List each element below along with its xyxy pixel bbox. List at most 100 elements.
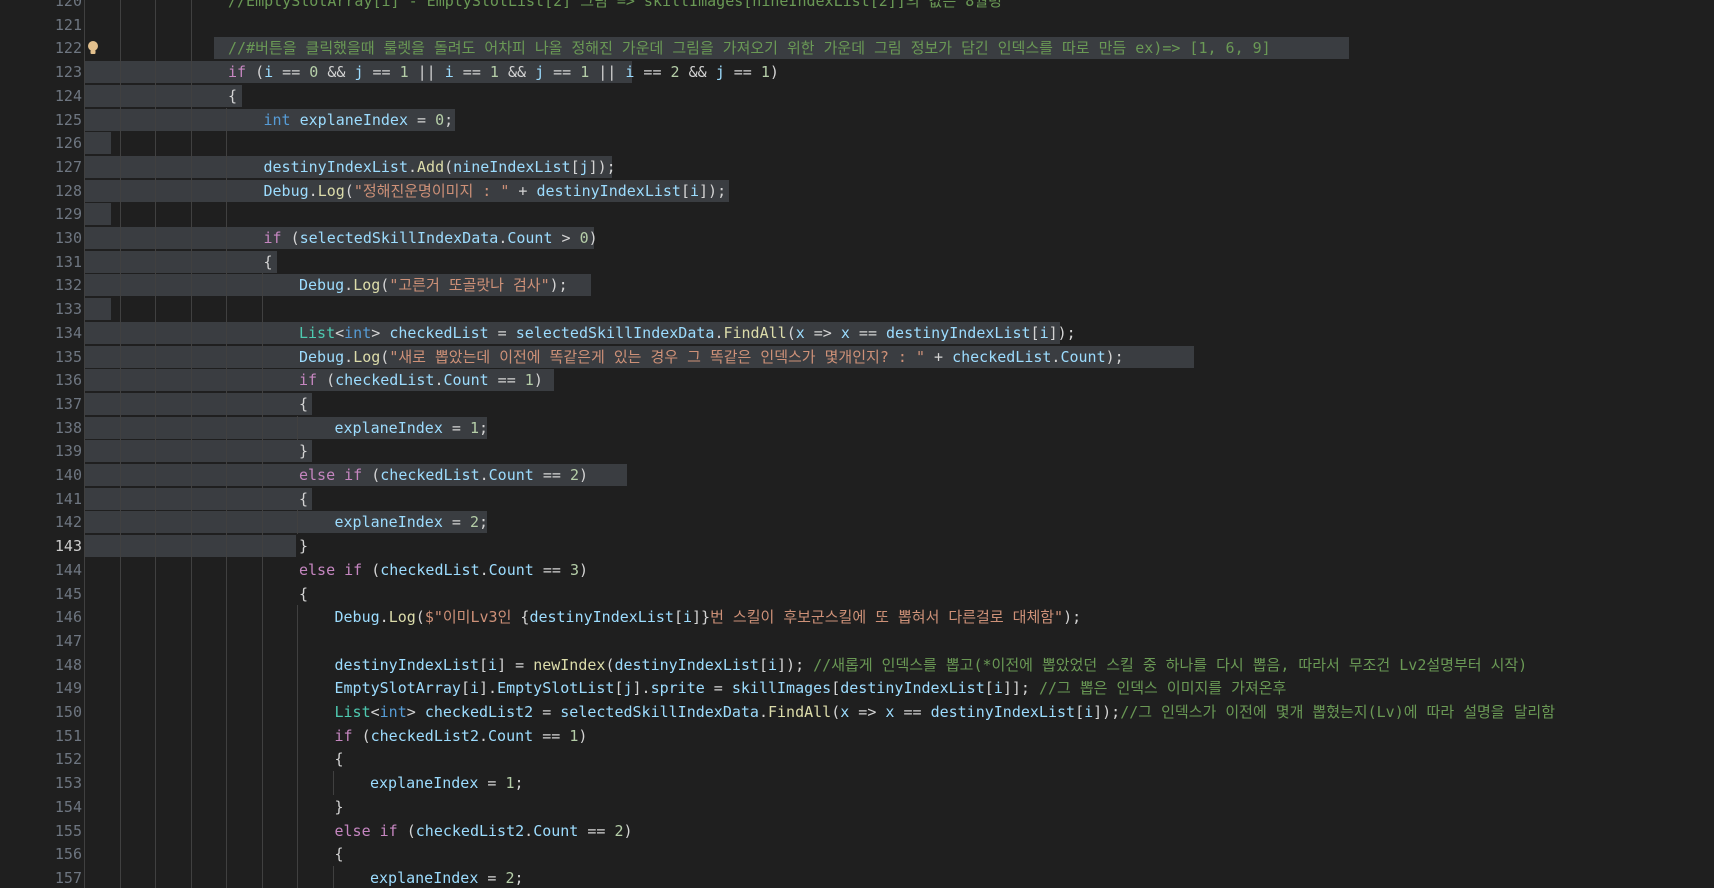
code-token: i — [444, 63, 454, 82]
code-line[interactable]: 142 explaneIndex = 2; — [0, 510, 1714, 535]
code-line[interactable]: 137 { — [0, 391, 1714, 416]
code-text[interactable]: } — [299, 534, 308, 558]
code-line[interactable]: 149 EmptySlotArray[i].EmptySlotList[j].sp… — [0, 676, 1714, 701]
code-text[interactable]: if (i == 0 && j == 1 || i == 1 && j == 1… — [228, 60, 779, 84]
code-line[interactable]: 131 { — [0, 249, 1714, 274]
code-line[interactable]: 148 destinyIndexList[i] = newIndex(destin… — [0, 652, 1714, 677]
line-number: 134 — [54, 323, 82, 342]
code-editor[interactable]: 120//EmptySlotArray[i] - EmptySlotList[2… — [0, 0, 1714, 888]
code-line[interactable]: 130 if (selectedSkillIndexData.Count > 0) — [0, 226, 1714, 250]
code-text[interactable]: if (selectedSkillIndexData.Count > 0) — [264, 226, 598, 250]
lightbulb-icon[interactable] — [86, 40, 100, 56]
code-line[interactable]: 140 else if (checkedList.Count == 2) — [0, 463, 1714, 487]
code-token: Debug — [299, 276, 345, 295]
code-line[interactable]: 151 if (checkedList2.Count == 1) — [0, 723, 1714, 748]
code-text[interactable]: //#버튼을 클릭했을때 룰렛을 돌려도 어차피 나올 정해진 가운데 그림을 … — [228, 36, 1271, 60]
code-text[interactable]: Debug.Log("새로 뽑았는데 이전에 똑같은게 있는 경우 그 똑같은 … — [299, 345, 1124, 369]
code-text[interactable]: explaneIndex = 2; — [335, 510, 489, 534]
code-text[interactable]: { — [299, 582, 308, 606]
code-text[interactable]: if (checkedList2.Count == 1) — [335, 724, 588, 748]
code-line[interactable]: 150 List<int> checkedList2 = selectedSkil… — [0, 700, 1714, 724]
code-token: Count — [443, 371, 489, 390]
code-line[interactable]: 157 explaneIndex = 2; — [0, 865, 1714, 888]
code-line[interactable]: 156 { — [0, 842, 1714, 867]
indent-guide — [84, 60, 85, 85]
code-line[interactable]: 152 { — [0, 747, 1714, 772]
indent-guide — [226, 794, 227, 819]
indent-guide — [226, 865, 227, 888]
code-line[interactable]: 121 — [0, 12, 1714, 37]
selection-highlight — [84, 487, 312, 510]
code-line[interactable]: 134 List<int> checkedList = selectedSkill… — [0, 320, 1714, 345]
code-text[interactable]: { — [228, 84, 237, 108]
code-text[interactable]: destinyIndexList.Add(nineIndexList[j]); — [264, 155, 616, 179]
code-line[interactable]: 126 — [0, 131, 1714, 156]
indent-guide — [84, 723, 85, 748]
indent-guide — [261, 842, 263, 867]
code-text[interactable]: List<int> checkedList2 = selectedSkillIn… — [335, 700, 1556, 724]
code-line[interactable]: 128 Debug.Log("정해진운명이미지 : " + destinyInde… — [0, 178, 1714, 203]
code-text[interactable]: explaneIndex = 1; — [335, 416, 489, 440]
code-line[interactable]: 143} — [0, 534, 1714, 559]
code-text[interactable]: { — [299, 392, 308, 416]
indent-guide — [190, 107, 192, 132]
code-text[interactable]: Debug.Log("고른거 또골랏나 검사"); — [299, 273, 568, 297]
code-line[interactable]: 147 — [0, 628, 1714, 653]
code-token: Debug — [334, 608, 380, 627]
code-line[interactable]: 144 else if (checkedList.Count == 3) — [0, 557, 1714, 582]
code-line[interactable]: 123 if (i == 0 && j == 1 || i == 1 && j =… — [0, 60, 1714, 85]
code-text[interactable]: { — [335, 842, 344, 866]
code-line[interactable]: 127 destinyIndexList.Add(nineIndexList[j]… — [0, 154, 1714, 179]
code-token: "고른거 또골랏나 검사" — [389, 276, 550, 295]
code-text[interactable]: destinyIndexList[i] = newIndex(destinyIn… — [335, 653, 1528, 677]
code-line[interactable]: 135 Debug.Log("새로 뽑았는데 이전에 똑같은게 있는 경우 그 똑… — [0, 344, 1714, 369]
code-text[interactable]: { — [264, 250, 273, 274]
code-line[interactable]: 124 { — [0, 83, 1714, 108]
code-line[interactable]: 141 { — [0, 486, 1714, 511]
code-line[interactable]: 138 explaneIndex = 1; — [0, 415, 1714, 440]
code-token: x — [840, 323, 850, 342]
code-line[interactable]: 129 — [0, 202, 1714, 227]
code-line[interactable]: 153 explaneIndex = 1; — [0, 771, 1714, 796]
indent-guide — [84, 12, 85, 37]
code-token: checkedList — [389, 323, 489, 342]
code-line[interactable]: 136 if (checkedList.Count == 1) — [0, 368, 1714, 393]
indent-guide — [119, 771, 121, 796]
code-line[interactable]: 133 — [0, 297, 1714, 322]
code-text[interactable]: Debug.Log($"이미Lv3인 {destinyIndexList[i]}… — [335, 605, 1082, 629]
code-text[interactable]: List<int> checkedList = selectedSkillInd… — [299, 321, 1076, 345]
code-token: [ — [680, 181, 690, 200]
code-text[interactable]: explaneIndex = 2; — [370, 866, 524, 888]
code-line[interactable]: 145 { — [0, 581, 1714, 606]
indent-guide — [84, 391, 85, 416]
code-text[interactable]: { — [299, 487, 308, 511]
code-line[interactable]: 120 //EmptySlotArray[i] - EmptySlotList[2… — [0, 0, 1714, 13]
code-text[interactable]: if (checkedList.Count == 1) — [299, 368, 543, 392]
code-token: j — [535, 63, 545, 82]
code-text[interactable]: { — [335, 747, 344, 771]
code-text[interactable]: Debug.Log("정해진운명이미지 : " + destinyIndexLi… — [264, 179, 727, 203]
code-text[interactable]: //EmptySlotArray[i] - EmptySlotList[2] 그… — [228, 0, 1002, 13]
code-text[interactable]: explaneIndex = 1; — [370, 771, 524, 795]
code-text[interactable]: else if (checkedList2.Count == 2) — [335, 819, 633, 843]
code-text[interactable]: EmptySlotArray[i].EmptySlotList[j].sprit… — [335, 676, 1287, 700]
line-number: 146 — [54, 608, 82, 627]
indent-guide — [84, 249, 85, 274]
code-line[interactable]: 155 else if (checkedList2.Count == 2) — [0, 818, 1714, 843]
code-text[interactable]: } — [299, 439, 308, 463]
indent-guide — [190, 652, 192, 677]
code-line[interactable]: 122 //#버튼을 클릭했을때 룰렛을 돌려도 어차피 나올 정해진 가운데 그… — [0, 36, 1714, 61]
indent-guide — [84, 36, 85, 61]
code-line[interactable]: 154} — [0, 794, 1714, 819]
code-line[interactable]: 139} — [0, 439, 1714, 464]
code-line[interactable]: 132 Debug.Log("고른거 또골랏나 검사"); — [0, 273, 1714, 298]
code-line[interactable]: 125 int explaneIndex = 0; — [0, 107, 1714, 132]
code-text[interactable]: else if (checkedList.Count == 2) — [299, 463, 588, 487]
code-line[interactable]: 146 Debug.Log($"이미Lv3인 {destinyIndexList[… — [0, 605, 1714, 630]
code-token: ); — [1063, 608, 1082, 627]
code-token: j — [579, 157, 589, 176]
code-text[interactable]: else if (checkedList.Count == 3) — [299, 558, 588, 582]
code-text[interactable]: int explaneIndex = 0; — [264, 108, 454, 132]
code-text[interactable]: } — [335, 795, 344, 819]
